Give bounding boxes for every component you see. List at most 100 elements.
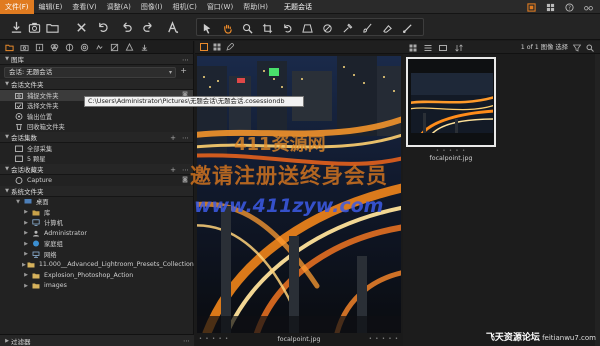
expand-triangle-icon: ▶ [24,219,28,226]
more-icon[interactable]: ⋯ [183,337,190,345]
sort-icon[interactable] [454,43,464,53]
system-folder-homegroup[interactable]: ▶ 家庭组 [0,239,193,250]
folder-icon[interactable] [3,42,16,53]
album-5-stars[interactable]: 5 颗星 [0,154,193,165]
color-icon[interactable] [48,42,61,53]
more-icon[interactable]: ⋯ [182,166,189,174]
brush-tool-icon[interactable] [360,21,374,35]
filmstrip-icon[interactable] [438,43,448,53]
spot-tool-icon[interactable] [320,21,334,35]
session-albums-header[interactable]: ▼ 会话集数 + ⋯ [0,132,193,143]
open-folder-icon[interactable] [44,19,60,35]
viewer-rating-dots-right[interactable]: • • • • • [369,336,399,342]
album-all-captures[interactable]: 全部采集 [0,143,193,154]
redo-icon[interactable] [140,19,156,35]
sharpen-icon[interactable] [123,42,136,53]
filter-icon[interactable] [572,43,582,53]
rotate-tool-icon[interactable] [280,21,294,35]
eraser-tool-icon[interactable] [380,21,394,35]
library-header[interactable]: ▼ 图库 ⋯ [0,54,193,65]
undo-icon[interactable] [118,19,134,35]
library-folder-icon [31,208,40,216]
menu-camera[interactable]: 相机(C) [167,0,201,14]
system-folder-images[interactable]: ▶ images [0,281,193,292]
gradient-tool-icon[interactable] [400,21,414,35]
camera-icon[interactable] [18,42,31,53]
menu-help[interactable]: 帮助(H) [238,0,273,14]
system-folder-libraries[interactable]: ▶ 库 [0,207,193,218]
capture-folder-icon [14,91,23,99]
edit-icon[interactable] [225,42,235,52]
glasses-icon[interactable] [580,1,596,13]
reset-icon[interactable] [95,19,111,35]
add-album-icon[interactable]: + [170,134,176,142]
search-icon[interactable] [585,43,595,53]
collapse-triangle-icon: ▼ [5,81,9,87]
keystone-tool-icon[interactable] [300,21,314,35]
menu-view[interactable]: 查看(V) [67,0,101,14]
multi-view-icon[interactable] [212,42,222,52]
expand-triangle-icon: ▶ [24,251,28,258]
collapse-triangle-icon: ▼ [5,56,9,62]
details-icon[interactable] [93,42,106,53]
menu-file[interactable]: 文件(F) [0,0,34,14]
info-icon[interactable] [33,42,46,53]
menu-adjust[interactable]: 调整(A) [102,0,136,14]
menu-edit[interactable]: 编辑(E) [34,0,68,14]
more-icon[interactable]: ⋯ [182,134,189,142]
add-session-icon[interactable]: + [180,66,187,75]
session-folder-output[interactable]: 输出位置 [0,111,193,122]
system-folder-label: 计算机 [44,220,63,228]
expand-triangle-icon: ▶ [5,337,9,344]
cursor-tool-icon[interactable] [200,21,214,35]
folder-icon [27,261,35,269]
system-folder-administrator[interactable]: ▶ Administrator [0,228,193,239]
thumbnail-filename: focalpoint.jpg [429,155,473,162]
grid-view-icon[interactable] [408,43,418,53]
help-icon[interactable]: ? [561,1,577,13]
zoom-tool-icon[interactable] [240,21,254,35]
system-folders-header[interactable]: ▼ 系统文件夹 [0,185,193,197]
list-view-icon[interactable] [423,43,433,53]
system-folder-lightroom-presets[interactable]: ▶ 11.000__Advanced_Lightroom_Presets_Col… [0,260,194,271]
system-folder-desktop[interactable]: ▼ 桌面 [0,197,193,208]
expand-triangle-icon: ▶ [24,240,28,247]
image-count: 1 of 1 图像 选择 [520,44,568,51]
lens-icon[interactable] [78,42,91,53]
single-view-icon[interactable] [199,42,209,52]
desktop-icon [23,198,32,206]
system-folder-computer[interactable]: ▶ 计算机 [0,218,193,229]
favorite-capture[interactable]: Capture ◙ [0,175,193,186]
delete-icon[interactable] [73,19,89,35]
favorites-header[interactable]: ▼ 会话收藏夹 + ⋯ [0,164,193,175]
crop-tool-icon[interactable] [260,21,274,35]
thumbnail-selected[interactable] [406,57,496,147]
session-folder-label: 捕捉文件夹 [27,92,59,100]
session-dropdown[interactable]: 会话: 无题会话 [4,66,176,78]
thumbnail-image [411,73,493,133]
session-folder-trash[interactable]: 回收箱文件夹 [0,122,193,133]
add-favorite-icon[interactable]: + [170,166,176,174]
picker-tool-icon[interactable] [340,21,354,35]
session-folders-header[interactable]: ▼ 会话文件夹 [0,79,193,90]
restore-icon[interactable] [523,1,539,13]
hand-tool-icon[interactable] [220,21,234,35]
more-icon[interactable]: ⋯ [182,56,189,64]
menu-window[interactable]: 窗口(W) [202,0,238,14]
import-icon[interactable] [8,19,24,35]
output-icon[interactable] [138,42,151,53]
camera-icon[interactable] [26,19,42,35]
browser-scrollbar[interactable] [595,54,600,346]
session-folder-label: 选择文件夹 [27,103,59,111]
text-icon[interactable] [164,19,180,35]
filters-title: 过滤器 [11,337,31,346]
system-folder-explosion-action[interactable]: ▶ Explosion_Photoshop_Action [0,270,193,281]
album-label: 全部采集 [27,145,53,153]
menu-image[interactable]: 图像(I) [136,0,168,14]
exposure-icon[interactable] [108,42,121,53]
adjust-icon[interactable] [63,42,76,53]
filters-header[interactable]: ▶ 过滤器 ⋯ [0,334,194,346]
system-folder-network[interactable]: ▶ 网络 [0,249,193,260]
browser-toolbar: 1 of 1 图像 选择 [403,41,600,54]
grid-icon[interactable] [542,1,558,13]
